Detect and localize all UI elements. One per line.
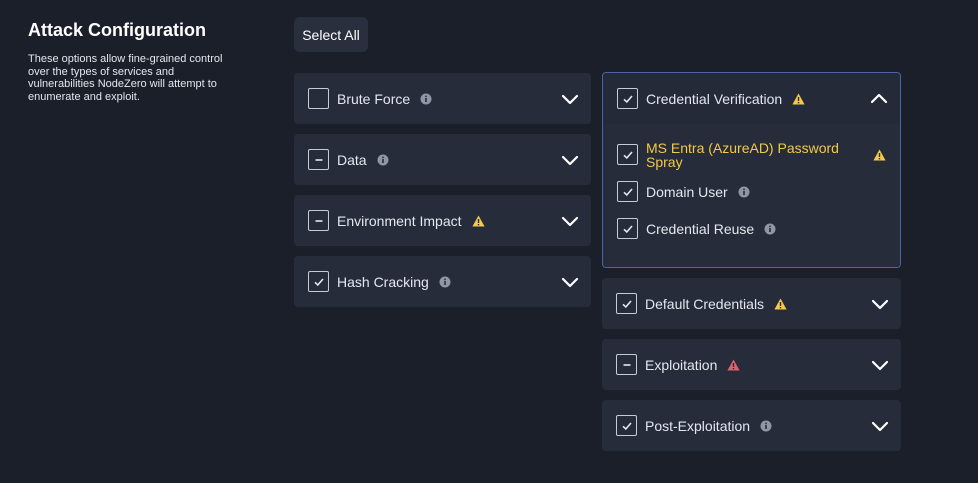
category-label: Post-Exploitation (645, 417, 751, 434)
info-icon[interactable] (420, 93, 432, 105)
category-environment-impact[interactable]: Environment Impact (294, 195, 591, 246)
chevron-up-icon[interactable] (870, 90, 888, 108)
check-icon (313, 277, 324, 286)
option-domain-user[interactable]: Domain User (617, 173, 886, 210)
check-icon (621, 421, 632, 430)
danger-icon[interactable] (727, 359, 740, 371)
minus-icon (315, 219, 322, 222)
warning-icon[interactable] (471, 215, 485, 227)
category-default-credentials[interactable]: Default Credentials (602, 278, 901, 329)
post-exploitation-checkbox[interactable] (616, 415, 637, 436)
info-icon[interactable] (738, 186, 750, 198)
exploitation-checkbox[interactable] (616, 354, 637, 375)
check-icon (621, 299, 632, 308)
data-checkbox[interactable] (308, 149, 329, 170)
chevron-down-icon[interactable] (561, 151, 579, 169)
chevron-down-icon[interactable] (871, 417, 889, 435)
category-brute-force[interactable]: Brute Force (294, 73, 591, 124)
option-label: Credential Reuse (646, 220, 755, 237)
info-icon[interactable] (439, 276, 451, 288)
option-ms-entra-password-spray[interactable]: MS Entra (AzureAD) Password Spray (617, 136, 886, 173)
chevron-down-icon[interactable] (561, 90, 579, 108)
warning-icon[interactable] (873, 149, 886, 161)
minus-icon (315, 158, 322, 161)
credential-verification-checkbox[interactable] (617, 88, 638, 109)
category-label: Exploitation (645, 356, 718, 373)
credential-reuse-checkbox[interactable] (617, 218, 638, 239)
option-label: MS Entra (AzureAD) Password Spray (646, 139, 839, 170)
category-label: Credential Verification (646, 90, 783, 107)
category-label: Data (337, 151, 367, 168)
check-icon (622, 94, 633, 103)
option-credential-reuse[interactable]: Credential Reuse (617, 210, 886, 247)
category-label: Default Credentials (645, 295, 765, 312)
check-icon (622, 187, 633, 196)
category-hash-cracking[interactable]: Hash Cracking (294, 256, 591, 307)
chevron-down-icon[interactable] (871, 356, 889, 374)
category-exploitation[interactable]: Exploitation (602, 339, 901, 390)
option-label: Domain User (646, 183, 728, 200)
info-icon[interactable] (764, 223, 776, 235)
category-label: Hash Cracking (337, 273, 429, 290)
chevron-down-icon[interactable] (561, 273, 579, 291)
left-category-column: Brute Force Data Environment Impact Hash… (294, 73, 591, 317)
page-description: These options allow fine-grained control… (28, 53, 223, 103)
chevron-down-icon[interactable] (871, 295, 889, 313)
page-title: Attack Configuration (28, 20, 206, 40)
domain-user-checkbox[interactable] (617, 181, 638, 202)
category-label: Environment Impact (337, 212, 462, 229)
minus-icon (623, 363, 630, 366)
brute-force-checkbox[interactable] (308, 88, 329, 109)
category-post-exploitation[interactable]: Post-Exploitation (602, 400, 901, 451)
category-credential-verification[interactable]: Credential Verification MS Entra (AzureA… (602, 72, 901, 268)
category-data[interactable]: Data (294, 134, 591, 185)
info-icon[interactable] (377, 154, 389, 166)
environment-impact-checkbox[interactable] (308, 210, 329, 231)
select-all-button[interactable]: Select All (294, 17, 368, 52)
check-icon (622, 224, 633, 233)
ms-entra-password-spray-checkbox[interactable] (617, 144, 638, 165)
info-icon[interactable] (760, 420, 772, 432)
chevron-down-icon[interactable] (561, 212, 579, 230)
default-credentials-checkbox[interactable] (616, 293, 637, 314)
right-category-column: Credential Verification MS Entra (AzureA… (602, 72, 901, 461)
intro-section: Attack Configuration These options allow… (28, 20, 243, 103)
hash-cracking-checkbox[interactable] (308, 271, 329, 292)
warning-icon[interactable] (792, 93, 805, 105)
check-icon (622, 150, 633, 159)
credential-verification-options: MS Entra (AzureAD) Password Spray Domain… (603, 124, 900, 267)
category-label: Brute Force (337, 90, 411, 107)
warning-icon[interactable] (774, 298, 787, 310)
